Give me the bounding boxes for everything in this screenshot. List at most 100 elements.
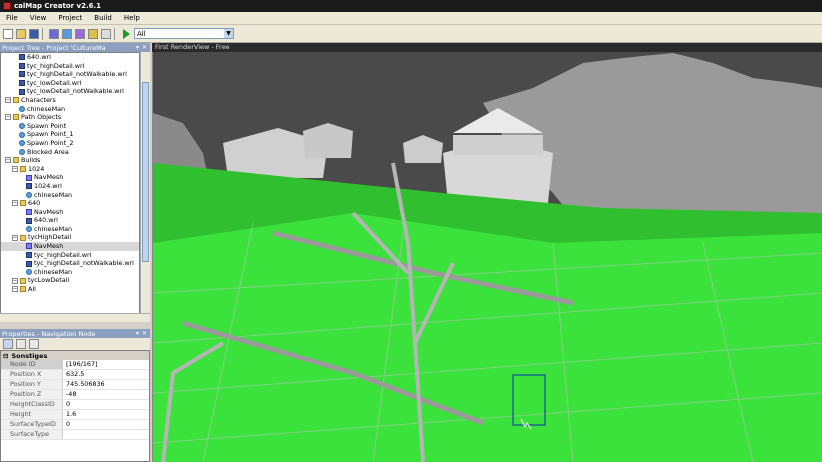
- tree-item[interactable]: 1024.wrl: [1, 182, 139, 191]
- tree-item[interactable]: − 640: [1, 199, 139, 208]
- save-icon[interactable]: [29, 28, 39, 39]
- tree-item[interactable]: − Characters: [1, 96, 139, 105]
- tree-item[interactable]: − tycHighDetail: [1, 233, 139, 242]
- categorized-icon[interactable]: [3, 339, 13, 349]
- tree-item[interactable]: chineseMan: [1, 225, 139, 234]
- expand-toggle-icon[interactable]: −: [12, 286, 18, 293]
- tree-item[interactable]: tyc_highDetail.wrl: [1, 251, 139, 260]
- property-value[interactable]: [196/167]: [63, 360, 98, 369]
- tree-item[interactable]: tyc_highDetail_notWalkable.wrl: [1, 70, 139, 79]
- folder-icon: [20, 234, 26, 241]
- tree-item[interactable]: 640.wrl: [1, 216, 139, 225]
- build-target-select[interactable]: All ▼: [134, 28, 234, 39]
- property-grid: ⊟ Sonstiges Node ID [196/167] Position X 632…: [0, 350, 150, 462]
- build-icon[interactable]: [49, 28, 59, 39]
- tree-item[interactable]: − 1024: [1, 165, 139, 174]
- property-row[interactable]: SurfaceType: [1, 430, 149, 440]
- pin-icon[interactable]: ▾: [136, 44, 139, 51]
- tree-item[interactable]: chineseMan: [1, 105, 139, 114]
- tree-item[interactable]: Spawn Point_1: [1, 130, 139, 139]
- new-file-icon[interactable]: [3, 28, 13, 39]
- property-value[interactable]: 0: [63, 400, 70, 409]
- folder-icon: [13, 97, 19, 104]
- property-row[interactable]: SurfaceTypeID 0: [1, 420, 149, 430]
- property-value[interactable]: 0: [63, 420, 70, 429]
- folder-icon: [20, 277, 26, 284]
- expand-toggle-icon[interactable]: −: [5, 97, 11, 104]
- tree-item-label: chineseMan: [34, 190, 73, 199]
- property-value[interactable]: 745.506836: [63, 380, 105, 389]
- menu-help[interactable]: Help: [118, 14, 146, 22]
- obj-icon: [26, 226, 32, 233]
- property-key: SurfaceType: [1, 430, 63, 439]
- expand-toggle-icon[interactable]: −: [12, 200, 18, 207]
- folder-icon: [20, 200, 26, 207]
- close-icon[interactable]: ✕: [142, 44, 147, 51]
- render-viewport[interactable]: [152, 43, 822, 462]
- tree-vertical-scrollbar[interactable]: [140, 52, 150, 322]
- tree-item[interactable]: tyc_lowDetail_notWalkable.wrl: [1, 87, 139, 96]
- tree-item[interactable]: Spawn Point: [1, 122, 139, 131]
- pin-icon[interactable]: ▾: [136, 330, 139, 337]
- tree-item-label: tyc_lowDetail.wrl: [27, 78, 82, 87]
- property-row[interactable]: Position Z -48: [1, 390, 149, 400]
- play-icon[interactable]: [123, 28, 130, 39]
- toolbar: All ▼: [0, 25, 822, 43]
- property-pages-icon[interactable]: [29, 339, 39, 349]
- scroll-thumb[interactable]: [142, 82, 149, 262]
- tree-item[interactable]: − tycLowDetail: [1, 276, 139, 285]
- tree-item-label: tycLowDetail: [28, 276, 70, 285]
- menu-file[interactable]: File: [0, 14, 24, 22]
- property-category[interactable]: ⊟ Sonstiges: [1, 351, 149, 360]
- property-row[interactable]: Height 1.6: [1, 410, 149, 420]
- tree-item-label: Blocked Area: [27, 147, 69, 156]
- settings-icon[interactable]: [88, 28, 98, 39]
- tree-item[interactable]: tyc_lowDetail.wrl: [1, 79, 139, 88]
- property-row[interactable]: HeightClassID 0: [1, 400, 149, 410]
- tree-item[interactable]: chineseMan: [1, 268, 139, 277]
- property-value[interactable]: 1.6: [63, 410, 76, 419]
- tree-item[interactable]: Spawn Point_2: [1, 139, 139, 148]
- title-bar: calMap Creator v2.6.1: [0, 0, 822, 12]
- tree-item[interactable]: − Path Objects: [1, 113, 139, 122]
- property-value[interactable]: -48: [63, 390, 76, 399]
- property-row[interactable]: Position X 632.5: [1, 370, 149, 380]
- tree-item[interactable]: 640.wrl: [1, 53, 139, 62]
- search-icon[interactable]: [101, 28, 111, 39]
- menu-view[interactable]: View: [24, 14, 53, 22]
- menu-project[interactable]: Project: [52, 14, 88, 22]
- property-value[interactable]: 632.5: [63, 370, 84, 379]
- tree-item[interactable]: tyc_highDetail_notWalkable.wrl: [1, 259, 139, 268]
- open-folder-icon[interactable]: [16, 28, 26, 39]
- expand-toggle-icon[interactable]: −: [12, 166, 18, 173]
- property-value[interactable]: [63, 430, 66, 439]
- tree-horizontal-scrollbar[interactable]: [0, 313, 150, 322]
- rebuild-icon[interactable]: [62, 28, 72, 39]
- property-row[interactable]: Position Y 745.506836: [1, 380, 149, 390]
- expand-toggle-icon[interactable]: −: [12, 277, 18, 284]
- file-icon: [26, 183, 32, 190]
- menu-build[interactable]: Build: [88, 14, 118, 22]
- collapse-icon[interactable]: ⊟: [3, 352, 8, 360]
- tree-item[interactable]: chineseMan: [1, 191, 139, 200]
- nav-icon: [26, 174, 32, 181]
- expand-toggle-icon[interactable]: −: [5, 157, 11, 164]
- close-icon[interactable]: ✕: [142, 330, 147, 337]
- project-tree: 640.wrl tyc_highDetail.wrl tyc_highDetail_…: [0, 52, 140, 322]
- alphabetical-icon[interactable]: [16, 339, 26, 349]
- expand-toggle-icon[interactable]: −: [12, 234, 18, 241]
- export-icon[interactable]: [75, 28, 85, 39]
- property-row[interactable]: Node ID [196/167]: [1, 360, 149, 370]
- project-tree-title: Project Tree - Project 'CultureMa: [2, 43, 106, 52]
- tree-item[interactable]: − All: [1, 285, 139, 294]
- property-key: Height: [1, 410, 63, 419]
- expand-toggle-icon[interactable]: −: [5, 114, 11, 121]
- tree-item[interactable]: tyc_highDetail.wrl: [1, 62, 139, 71]
- file-icon: [19, 88, 25, 95]
- tree-item[interactable]: − Builds: [1, 156, 139, 165]
- tree-item[interactable]: NavMesh: [1, 173, 139, 182]
- tree-item[interactable]: Blocked Area: [1, 148, 139, 157]
- tree-item[interactable]: NavMesh: [1, 208, 139, 217]
- tree-item[interactable]: NavMesh: [1, 242, 139, 251]
- toolbar-separator: [114, 27, 115, 40]
